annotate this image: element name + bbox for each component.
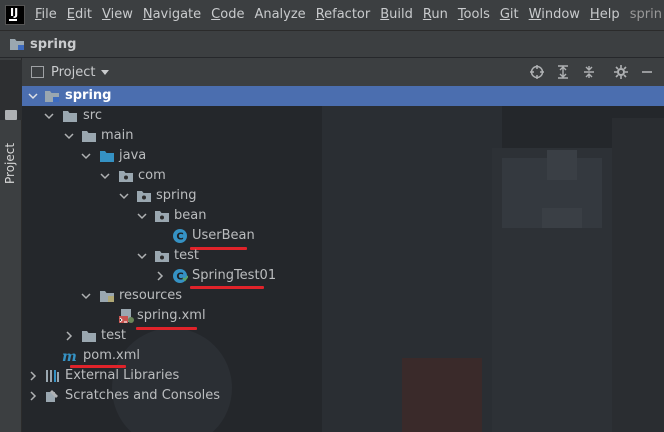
tool-window-strip: Project bbox=[0, 58, 22, 432]
tree-label-springtest01: SpringTest01 bbox=[192, 268, 277, 283]
package-icon bbox=[155, 211, 169, 222]
tree-row-spring-package[interactable]: spring bbox=[22, 186, 664, 206]
chevron-down-icon[interactable] bbox=[101, 69, 110, 75]
package-icon bbox=[137, 191, 151, 202]
expand-arrow-icon[interactable] bbox=[119, 191, 129, 201]
tree-label-java: java bbox=[119, 148, 147, 163]
tree-row-external-libraries[interactable]: External Libraries bbox=[22, 366, 664, 386]
tree-row-test-dir[interactable]: test bbox=[22, 326, 664, 346]
menu-window[interactable]: Window bbox=[524, 0, 585, 30]
menu-help[interactable]: Help bbox=[585, 0, 625, 30]
tree-label-resources: resources bbox=[119, 288, 183, 303]
expand-arrow-icon[interactable] bbox=[64, 131, 74, 141]
xml-file-icon bbox=[119, 309, 134, 323]
tree-label-src: src bbox=[83, 108, 102, 123]
tree-label-com: com bbox=[138, 168, 166, 183]
menu-build[interactable]: Build bbox=[375, 0, 418, 30]
panel-title[interactable]: Project bbox=[51, 65, 95, 80]
tree-label-spring-package: spring bbox=[156, 188, 197, 203]
test-class-icon: C bbox=[173, 269, 188, 283]
source-folder-icon bbox=[100, 151, 114, 162]
menu-navigate[interactable]: Navigate bbox=[138, 0, 206, 30]
expand-arrow-icon[interactable] bbox=[137, 211, 147, 221]
menu-tools[interactable]: Tools bbox=[453, 0, 495, 30]
tree-label-spring-xml: spring.xml bbox=[137, 308, 206, 323]
tree-row-scratches[interactable]: Scratches and Consoles bbox=[22, 386, 664, 406]
tree-row-resources[interactable]: resources bbox=[22, 286, 664, 306]
window-title: sprin bbox=[629, 7, 662, 22]
svg-text:C: C bbox=[176, 232, 183, 243]
menu-refactor[interactable]: Refactor bbox=[311, 0, 376, 30]
resources-folder-icon bbox=[100, 291, 114, 302]
tree-label-bean: bean bbox=[174, 208, 207, 223]
folder-icon bbox=[82, 131, 96, 142]
menu-view[interactable]: View bbox=[97, 0, 138, 30]
intellij-logo-icon: IJ bbox=[5, 5, 25, 25]
expand-arrow-icon[interactable] bbox=[81, 151, 91, 161]
tree-label-external-libraries: External Libraries bbox=[65, 368, 180, 383]
expand-arrow-icon[interactable] bbox=[100, 171, 110, 181]
tree-label-test-package: test bbox=[174, 248, 199, 263]
tree-row-pom-xml[interactable]: m pom.xml bbox=[22, 346, 664, 366]
tree-row-test-package[interactable]: test bbox=[22, 246, 664, 266]
project-tool-tab-label: Project bbox=[3, 142, 17, 184]
project-panel-header: Project bbox=[22, 58, 664, 86]
folder-icon bbox=[63, 111, 77, 122]
gear-icon[interactable] bbox=[613, 64, 629, 80]
breadcrumb-project[interactable]: spring bbox=[30, 37, 76, 52]
expand-all-icon[interactable] bbox=[555, 64, 571, 80]
collapse-all-icon[interactable] bbox=[581, 64, 597, 80]
package-icon bbox=[155, 251, 169, 262]
menu-edit[interactable]: Edit bbox=[62, 0, 97, 30]
expand-arrow-icon[interactable] bbox=[137, 251, 147, 261]
locate-file-icon[interactable] bbox=[529, 64, 545, 80]
tree-row-src[interactable]: src bbox=[22, 106, 664, 126]
menu-code[interactable]: Code bbox=[206, 0, 249, 30]
chevron-right-icon[interactable] bbox=[64, 331, 74, 341]
tree-label-main: main bbox=[101, 128, 134, 143]
menu-run[interactable]: Run bbox=[418, 0, 453, 30]
expand-arrow-icon[interactable] bbox=[44, 111, 54, 121]
tree-row-root[interactable]: spring bbox=[22, 86, 664, 106]
folder-icon bbox=[82, 331, 96, 342]
chevron-right-icon[interactable] bbox=[28, 371, 38, 381]
tree-row-bean[interactable]: bean bbox=[22, 206, 664, 226]
libraries-icon bbox=[46, 370, 59, 382]
menu-file[interactable]: File bbox=[30, 0, 62, 30]
tree-label-userbean: UserBean bbox=[192, 228, 255, 243]
menu-bar: IJ File Edit View Navigate Code Analyze … bbox=[0, 0, 664, 30]
expand-arrow-icon[interactable] bbox=[28, 91, 38, 101]
tree-row-userbean[interactable]: C UserBean bbox=[22, 226, 664, 246]
project-panel: Project spring src main java com spring … bbox=[22, 58, 664, 432]
package-icon bbox=[119, 171, 133, 182]
tree-row-springtest01[interactable]: C SpringTest01 bbox=[22, 266, 664, 286]
chevron-right-icon[interactable] bbox=[28, 391, 38, 401]
chevron-right-icon[interactable] bbox=[155, 271, 165, 281]
tree-row-main[interactable]: main bbox=[22, 126, 664, 146]
project-folder-icon bbox=[9, 37, 25, 51]
java-class-icon: C bbox=[173, 229, 187, 243]
svg-text:C: C bbox=[176, 272, 183, 283]
tree-row-java[interactable]: java bbox=[22, 146, 664, 166]
tree-label-test-dir: test bbox=[101, 328, 126, 343]
expand-arrow-icon[interactable] bbox=[81, 291, 91, 301]
minimize-icon[interactable] bbox=[639, 64, 655, 80]
tree-row-spring-xml[interactable]: spring.xml bbox=[22, 306, 664, 326]
tree-label-pom-xml: pom.xml bbox=[83, 348, 140, 363]
svg-text:m: m bbox=[62, 349, 77, 364]
scratches-icon bbox=[46, 390, 58, 402]
module-folder-icon bbox=[45, 91, 59, 102]
tree-label-scratches: Scratches and Consoles bbox=[65, 388, 221, 403]
tree-label-root: spring bbox=[65, 88, 112, 103]
menu-analyze[interactable]: Analyze bbox=[249, 0, 310, 30]
folder-icon bbox=[5, 110, 17, 120]
maven-icon: m bbox=[62, 349, 77, 364]
tree-row-com[interactable]: com bbox=[22, 166, 664, 186]
project-view-icon bbox=[31, 66, 44, 78]
menu-git[interactable]: Git bbox=[495, 0, 524, 30]
navigation-bar: spring bbox=[0, 30, 664, 57]
